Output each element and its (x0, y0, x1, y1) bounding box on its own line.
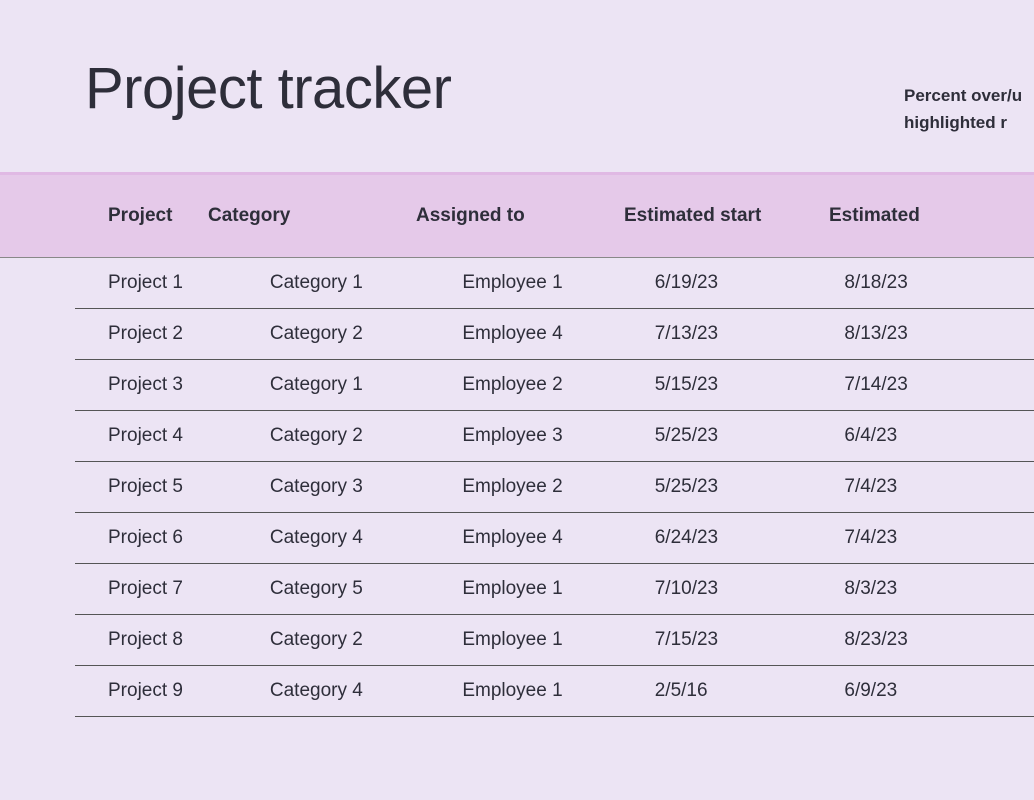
table-body: Project 1 Category 1 Employee 1 6/19/23 … (0, 258, 1034, 717)
cell-category: Category 2 (270, 425, 462, 447)
cell-category: Category 1 (270, 272, 462, 294)
cell-start: 6/24/23 (655, 527, 845, 549)
cell-start: 7/13/23 (655, 323, 845, 345)
cell-category: Category 2 (270, 323, 462, 345)
cell-start: 5/25/23 (655, 476, 845, 498)
header-category: Category (208, 205, 416, 227)
cell-category: Category 2 (270, 629, 462, 651)
cell-project: Project 8 (75, 629, 270, 651)
cell-finish: 7/4/23 (844, 476, 1034, 498)
table-row: Project 8 Category 2 Employee 1 7/15/23 … (75, 615, 1034, 666)
table-row: Project 5 Category 3 Employee 2 5/25/23 … (75, 462, 1034, 513)
cell-category: Category 1 (270, 374, 462, 396)
cell-assigned: Employee 1 (462, 680, 654, 702)
table-row: Project 3 Category 1 Employee 2 5/15/23 … (75, 360, 1034, 411)
cell-assigned: Employee 4 (462, 527, 654, 549)
cell-start: 5/25/23 (655, 425, 845, 447)
cell-finish: 8/18/23 (844, 272, 1034, 294)
cell-finish: 6/4/23 (844, 425, 1034, 447)
project-table: Project Category Assigned to Estimated s… (0, 172, 1034, 717)
table-row: Project 4 Category 2 Employee 3 5/25/23 … (75, 411, 1034, 462)
cell-assigned: Employee 2 (462, 476, 654, 498)
cell-category: Category 4 (270, 680, 462, 702)
header-project: Project (0, 205, 208, 227)
header-note: Percent over/u highlighted r (904, 82, 1034, 136)
cell-category: Category 4 (270, 527, 462, 549)
table-row: Project 2 Category 2 Employee 4 7/13/23 … (75, 309, 1034, 360)
table-row: Project 6 Category 4 Employee 4 6/24/23 … (75, 513, 1034, 564)
note-line2: highlighted r (904, 109, 1034, 136)
note-line1: Percent over/u (904, 82, 1034, 109)
cell-finish: 8/13/23 (844, 323, 1034, 345)
cell-category: Category 5 (270, 578, 462, 600)
cell-assigned: Employee 3 (462, 425, 654, 447)
cell-project: Project 4 (75, 425, 270, 447)
cell-project: Project 1 (75, 272, 270, 294)
cell-category: Category 3 (270, 476, 462, 498)
table-header-row: Project Category Assigned to Estimated s… (0, 172, 1034, 258)
table-row: Project 1 Category 1 Employee 1 6/19/23 … (75, 258, 1034, 309)
table-row: Project 9 Category 4 Employee 1 2/5/16 6… (75, 666, 1034, 717)
cell-finish: 8/23/23 (844, 629, 1034, 651)
cell-start: 5/15/23 (655, 374, 845, 396)
cell-start: 7/10/23 (655, 578, 845, 600)
cell-project: Project 3 (75, 374, 270, 396)
cell-finish: 7/14/23 (844, 374, 1034, 396)
cell-finish: 8/3/23 (844, 578, 1034, 600)
cell-project: Project 5 (75, 476, 270, 498)
header-estimated-finish: Estimated (829, 205, 1034, 227)
cell-assigned: Employee 2 (462, 374, 654, 396)
header-estimated-start: Estimated start (624, 205, 829, 227)
cell-project: Project 2 (75, 323, 270, 345)
cell-project: Project 6 (75, 527, 270, 549)
cell-finish: 6/9/23 (844, 680, 1034, 702)
cell-start: 2/5/16 (655, 680, 845, 702)
cell-start: 6/19/23 (655, 272, 845, 294)
cell-project: Project 9 (75, 680, 270, 702)
header-assigned: Assigned to (416, 205, 624, 227)
table-row: Project 7 Category 5 Employee 1 7/10/23 … (75, 564, 1034, 615)
cell-assigned: Employee 1 (462, 629, 654, 651)
cell-start: 7/15/23 (655, 629, 845, 651)
page-title: Project tracker (85, 55, 1034, 122)
cell-finish: 7/4/23 (844, 527, 1034, 549)
cell-assigned: Employee 1 (462, 578, 654, 600)
cell-assigned: Employee 1 (462, 272, 654, 294)
cell-assigned: Employee 4 (462, 323, 654, 345)
cell-project: Project 7 (75, 578, 270, 600)
